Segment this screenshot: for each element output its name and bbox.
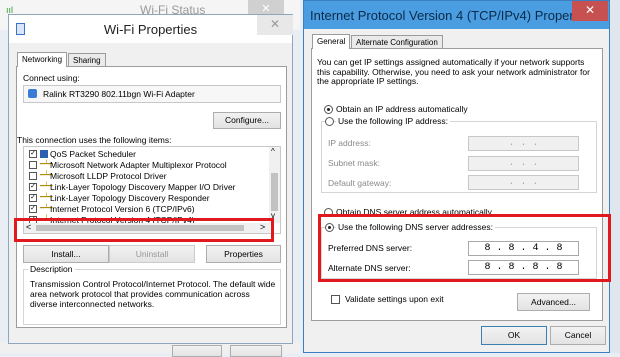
ipv4-properties-window: Internet Protocol Version 4 (TCP/IPv4) P…	[303, 0, 610, 353]
wifi-properties-window: Wi-Fi Properties ✕ Networking Sharing Co…	[8, 14, 293, 344]
scroll-thumb[interactable]	[271, 173, 278, 211]
tab-general[interactable]: General	[312, 34, 351, 49]
adapter-icon	[28, 89, 37, 98]
configure-button[interactable]: Configure...	[213, 112, 281, 129]
checkbox[interactable]: ✓	[29, 150, 37, 158]
wifi-properties-titlebar: Wi-Fi Properties ✕	[9, 15, 293, 43]
ip-placeholder: . . .	[508, 158, 539, 169]
list-item[interactable]: ✓ ━┷━ Link-Layer Topology Discovery Mapp…	[24, 182, 270, 193]
subnet-mask-input[interactable]: . . .	[468, 156, 579, 171]
description-group: Description Transmission Control Protoco…	[23, 264, 281, 325]
list-item[interactable]: ✓ ━┷━ Internet Protocol Version 6 (TCP/I…	[24, 204, 270, 215]
ip-address-input[interactable]: . . .	[468, 136, 579, 151]
highlight-dns-section	[318, 214, 611, 282]
list-item-label: Microsoft LLDP Protocol Driver	[50, 171, 167, 181]
list-item[interactable]: ✓ ━┷━ Link-Layer Topology Discovery Resp…	[24, 193, 270, 204]
cancel-button[interactable]: Cancel	[550, 326, 606, 345]
vertical-scrollbar[interactable]: ^ v	[269, 147, 280, 223]
checkbox[interactable]	[29, 172, 37, 180]
validate-label[interactable]: Validate settings upon exit	[345, 294, 444, 304]
intro-text: You can get IP settings assigned automat…	[317, 57, 590, 86]
tab-alternate-configuration[interactable]: Alternate Configuration	[351, 35, 443, 49]
list-item-label: QoS Packet Scheduler	[50, 149, 136, 159]
tab-networking[interactable]: Networking	[17, 52, 68, 67]
button-label: OK	[507, 330, 521, 340]
close-icon: ✕	[269, 17, 281, 31]
close-button[interactable]: ✕	[572, 1, 608, 21]
ip-placeholder: . . .	[508, 177, 539, 188]
obtain-ip-auto-radio[interactable]	[324, 105, 333, 114]
default-gateway-label: Default gateway:	[328, 178, 392, 188]
checkbox[interactable]: ✓	[29, 205, 37, 213]
button-label: Uninstall	[135, 249, 169, 259]
radio-dot	[327, 108, 330, 111]
button-label: Advanced...	[531, 297, 576, 307]
scheduler-icon	[40, 150, 48, 158]
list-item[interactable]: ━┷━ Microsoft LLDP Protocol Driver	[24, 171, 270, 182]
button-label: Properties	[224, 249, 263, 259]
obtain-ip-auto-label[interactable]: Obtain an IP address automatically	[336, 104, 468, 114]
button-label: Cancel	[564, 330, 592, 340]
uninstall-button[interactable]: Uninstall	[109, 245, 195, 263]
advanced-button[interactable]: Advanced...	[517, 293, 590, 311]
list-item[interactable]: ━┷━ Microsoft Network Adapter Multiplexo…	[24, 160, 270, 171]
close-icon: ✕	[584, 3, 596, 17]
connect-using-label: Connect using:	[23, 73, 80, 83]
tab-label: Sharing	[73, 56, 101, 65]
use-following-ip-label[interactable]: Use the following IP address:	[336, 116, 450, 126]
default-gateway-input[interactable]: . . .	[468, 175, 579, 190]
description-heading: Description	[28, 264, 75, 274]
checkbox[interactable]: ✓	[29, 194, 37, 202]
highlight-ipv4-item	[14, 218, 274, 242]
validate-checkbox[interactable]	[331, 295, 340, 304]
button-label: Install...	[51, 249, 81, 259]
ip-placeholder: . . .	[508, 138, 539, 149]
list-item-label: Internet Protocol Version 6 (TCP/IPv6)	[50, 204, 195, 214]
window-title: Internet Protocol Version 4 (TCP/IPv4) P…	[310, 8, 594, 23]
tab-label: Networking	[22, 55, 63, 64]
items-heading: This connection uses the following items…	[17, 135, 172, 145]
tab-label: General	[317, 37, 346, 46]
install-button[interactable]: Install...	[23, 245, 109, 263]
list-item[interactable]: ✓ QoS Packet Scheduler	[24, 149, 270, 160]
ok-button-partial[interactable]	[172, 345, 222, 357]
adapter-name: Ralink RT3290 802.11bgn Wi-Fi Adapter	[43, 89, 195, 99]
ip-group: Use the following IP address: IP address…	[321, 116, 597, 193]
description-text: Transmission Control Protocol/Internet P…	[30, 279, 276, 309]
scroll-up-icon[interactable]: ^	[271, 147, 275, 156]
subnet-mask-label: Subnet mask:	[328, 158, 380, 168]
ip-address-label: IP address:	[328, 138, 371, 148]
close-button[interactable]: ✕	[257, 15, 293, 35]
networking-panel: Connect using: Ralink RT3290 802.11bgn W…	[16, 66, 287, 328]
checkbox[interactable]: ✓	[29, 183, 37, 191]
ok-button[interactable]: OK	[481, 326, 547, 345]
use-following-ip-radio[interactable]	[325, 117, 334, 126]
window-title: Wi-Fi Properties	[103, 22, 198, 37]
ipv4-titlebar: Internet Protocol Version 4 (TCP/IPv4) P…	[304, 1, 609, 29]
tab-sharing[interactable]: Sharing	[68, 53, 106, 67]
properties-button[interactable]: Properties	[206, 245, 281, 263]
cancel-button-partial[interactable]	[230, 345, 282, 357]
tab-label: Alternate Configuration	[356, 38, 438, 47]
checkbox[interactable]	[29, 161, 37, 169]
adapter-box: Ralink RT3290 802.11bgn Wi-Fi Adapter	[23, 85, 281, 103]
list-item-label: Link-Layer Topology Discovery Mapper I/O…	[50, 182, 236, 192]
list-item-label: Link-Layer Topology Discovery Responder	[50, 193, 210, 203]
button-label: Configure...	[225, 115, 269, 125]
list-item-label: Microsoft Network Adapter Multiplexor Pr…	[50, 160, 227, 170]
